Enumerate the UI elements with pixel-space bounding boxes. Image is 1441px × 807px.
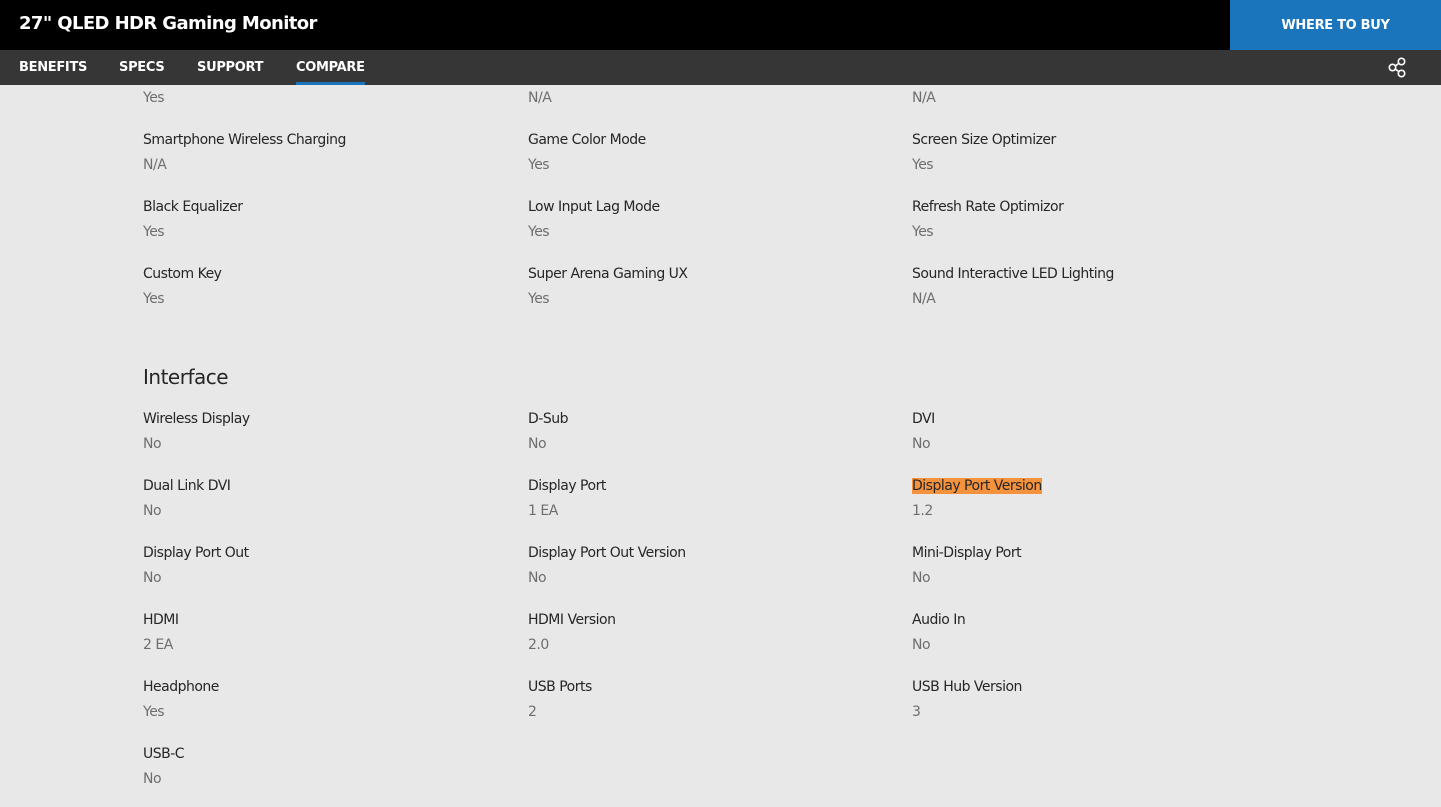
spec-label-display-port-out-version: Display Port Out Version: [528, 545, 686, 561]
spec-label-smartphone-wireless-charging: Smartphone Wireless Charging: [143, 132, 346, 148]
spec-value-game-color-mode: Yes: [528, 157, 550, 173]
spec-value-dvi: No: [912, 436, 931, 452]
spec-label-headphone: Headphone: [143, 679, 219, 695]
spec-label-mini-display-port: Mini-Display Port: [912, 545, 1022, 561]
spec-value-hdmi: 2 EA: [143, 637, 173, 653]
spec-label-text: Audio In: [912, 612, 966, 628]
spec-label-sound-interactive-led-lighting: Sound Interactive LED Lighting: [912, 266, 1114, 282]
nav-tab-support[interactable]: SUPPORT: [197, 50, 264, 85]
spec-value-custom-key: Yes: [143, 291, 165, 307]
nav-tab-compare[interactable]: COMPARE: [296, 50, 365, 85]
spec-value-headphone: Yes: [143, 704, 165, 720]
spec-label-hdmi: HDMI: [143, 612, 179, 628]
spec-value-d-sub: No: [528, 436, 547, 452]
spec-value-black-equalizer: Yes: [143, 224, 165, 240]
spec-label-text: Display Port Version: [912, 478, 1042, 494]
spec-value-partial: N/A: [528, 90, 552, 106]
spec-label-text: USB-C: [143, 746, 185, 762]
spec-value-refresh-rate-optimizor: Yes: [912, 224, 934, 240]
spec-label-text: Super Arena Gaming UX: [528, 266, 688, 282]
spec-value-partial: Yes: [143, 90, 165, 106]
spec-label-text: Refresh Rate Optimizor: [912, 199, 1064, 215]
spec-label-text: Smartphone Wireless Charging: [143, 132, 346, 148]
where-to-buy-button[interactable]: WHERE TO BUY: [1230, 0, 1441, 50]
spec-label-text: USB Ports: [528, 679, 592, 695]
spec-label-text: DVI: [912, 411, 935, 427]
spec-label-text: Black Equalizer: [143, 199, 243, 215]
spec-value-hdmi-version: 2.0: [528, 637, 549, 653]
spec-label-dvi: DVI: [912, 411, 935, 427]
spec-label-text: Wireless Display: [143, 411, 250, 427]
spec-label-text: Screen Size Optimizer: [912, 132, 1056, 148]
spec-label-display-port: Display Port: [528, 478, 606, 494]
spec-value-partial: N/A: [912, 90, 936, 106]
spec-label-game-color-mode: Game Color Mode: [528, 132, 646, 148]
spec-label-super-arena-gaming-ux: Super Arena Gaming UX: [528, 266, 688, 282]
spec-label-text: Display Port: [528, 478, 606, 494]
spec-label-usb-c: USB-C: [143, 746, 185, 762]
spec-value-usb-ports: 2: [528, 704, 537, 720]
spec-label-usb-hub-version: USB Hub Version: [912, 679, 1022, 695]
spec-value-display-port-version: 1.2: [912, 503, 933, 519]
spec-value-sound-interactive-led-lighting: N/A: [912, 291, 936, 307]
spec-label-screen-size-optimizer: Screen Size Optimizer: [912, 132, 1056, 148]
spec-label-text: HDMI: [143, 612, 179, 628]
spec-label-text: Display Port Out: [143, 545, 249, 561]
spec-value-screen-size-optimizer: Yes: [912, 157, 934, 173]
top-bar: 27" QLED HDR Gaming Monitor WHERE TO BUY: [0, 0, 1441, 50]
spec-label-refresh-rate-optimizor: Refresh Rate Optimizor: [912, 199, 1064, 215]
section-heading-interface: Interface: [143, 365, 229, 389]
nav-tab-specs[interactable]: SPECS: [119, 50, 165, 85]
spec-label-display-port-version: Display Port Version: [912, 478, 1042, 494]
spec-label-text: USB Hub Version: [912, 679, 1022, 695]
spec-value-usb-hub-version: 3: [912, 704, 921, 720]
spec-label-text: Low Input Lag Mode: [528, 199, 660, 215]
spec-label-text: HDMI Version: [528, 612, 616, 628]
spec-label-low-input-lag-mode: Low Input Lag Mode: [528, 199, 660, 215]
spec-value-audio-in: No: [912, 637, 931, 653]
spec-label-text: D-Sub: [528, 411, 568, 427]
spec-label-text: Dual Link DVI: [143, 478, 231, 494]
share-icon[interactable]: [1387, 57, 1408, 78]
spec-value-usb-c: No: [143, 771, 162, 787]
product-title: 27" QLED HDR Gaming Monitor: [19, 13, 317, 34]
spec-label-display-port-out: Display Port Out: [143, 545, 249, 561]
spec-label-audio-in: Audio In: [912, 612, 966, 628]
spec-label-text: Display Port Out Version: [528, 545, 686, 561]
spec-label-text: Game Color Mode: [528, 132, 646, 148]
spec-label-text: Headphone: [143, 679, 219, 695]
spec-value-smartphone-wireless-charging: N/A: [143, 157, 167, 173]
spec-label-usb-ports: USB Ports: [528, 679, 592, 695]
spec-label-d-sub: D-Sub: [528, 411, 568, 427]
spec-label-custom-key: Custom Key: [143, 266, 222, 282]
spec-value-display-port: 1 EA: [528, 503, 558, 519]
spec-value-low-input-lag-mode: Yes: [528, 224, 550, 240]
spec-label-black-equalizer: Black Equalizer: [143, 199, 243, 215]
spec-value-super-arena-gaming-ux: Yes: [528, 291, 550, 307]
spec-label-wireless-display: Wireless Display: [143, 411, 250, 427]
spec-content: Interface Yes N/A N/A Smartphone Wireless C…: [0, 85, 1441, 807]
nav-tab-benefits[interactable]: BENEFITS: [19, 50, 87, 85]
spec-label-hdmi-version: HDMI Version: [528, 612, 616, 628]
spec-label-text: Mini-Display Port: [912, 545, 1022, 561]
spec-label-dual-link-dvi: Dual Link DVI: [143, 478, 231, 494]
nav-bar: BENEFITS SPECS SUPPORT COMPARE: [0, 50, 1441, 85]
spec-value-dual-link-dvi: No: [143, 503, 162, 519]
spec-value-mini-display-port: No: [912, 570, 931, 586]
spec-value-display-port-out: No: [143, 570, 162, 586]
spec-label-text: Custom Key: [143, 266, 222, 282]
spec-value-display-port-out-version: No: [528, 570, 547, 586]
spec-value-wireless-display: No: [143, 436, 162, 452]
spec-label-text: Sound Interactive LED Lighting: [912, 266, 1114, 282]
